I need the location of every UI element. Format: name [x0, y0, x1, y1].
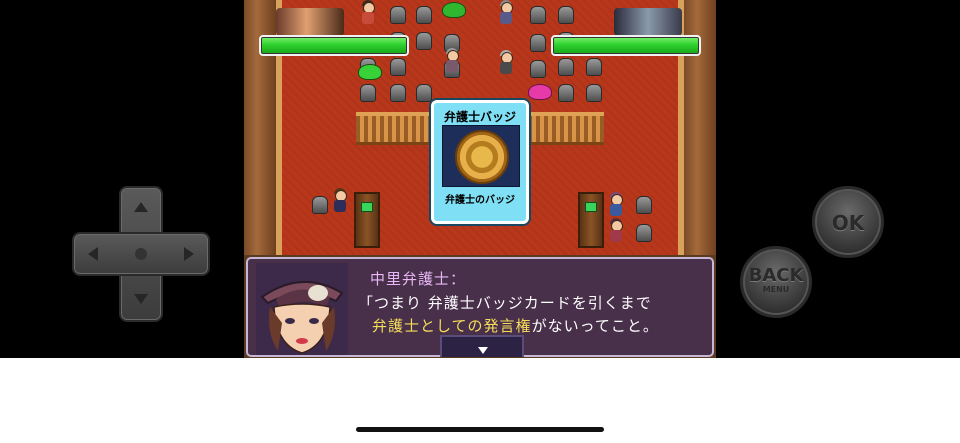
spectator-sprite	[498, 50, 514, 74]
scales-emblem-icon	[455, 130, 509, 184]
dpad-up-icon[interactable]	[134, 202, 148, 212]
dpad-center	[135, 248, 147, 260]
lawyer-badge-image	[442, 125, 520, 187]
item-card[interactable]: 弁護士バッジ 弁護士のバッジ	[431, 100, 529, 224]
player-portrait	[276, 8, 344, 36]
chair	[636, 196, 652, 214]
spectator-sprite	[498, 0, 514, 24]
opponent-portrait	[614, 8, 682, 36]
triangle-down-icon[interactable]	[478, 347, 488, 354]
dialogue-line-1: 「つまり 弁護士バッジカードを引くまで	[358, 294, 652, 312]
gallery-chair	[530, 6, 546, 24]
game-screen[interactable]: 弁護士バッジ 弁護士のバッジ 中里弁護士： 「つまり 弁護士バッジカードを引くま…	[244, 0, 716, 358]
item-title: 弁護士バッジ	[443, 110, 516, 124]
gallery-chair	[416, 32, 432, 50]
gallery-chair	[530, 34, 546, 52]
dpad-down-icon[interactable]	[134, 294, 148, 304]
prosecutor-sprite	[608, 192, 624, 216]
courtroom-railing	[356, 112, 432, 145]
courtroom-railing	[528, 112, 604, 145]
pink-slime-sprite	[528, 84, 552, 100]
gallery-chair	[558, 84, 574, 102]
dpad-right-icon[interactable]	[184, 247, 194, 261]
green-slime-sprite	[358, 64, 382, 80]
gallery-chair	[586, 58, 602, 76]
chair	[312, 196, 328, 214]
player-hp-bar	[259, 35, 409, 56]
dialogue-box[interactable]: 中里弁護士： 「つまり 弁護士バッジカードを引くまで 弁護士としての発言権がない…	[246, 257, 714, 357]
prosecution-podium	[578, 192, 604, 248]
dpad[interactable]	[72, 186, 210, 322]
chair	[636, 224, 652, 242]
speaker-portrait	[256, 263, 348, 355]
witness-sprite	[608, 218, 624, 242]
gallery-chair	[390, 6, 406, 24]
dpad-left-icon[interactable]	[88, 247, 98, 261]
defense-podium	[354, 192, 380, 248]
green-slime-sprite	[442, 2, 466, 18]
defendant-sprite	[332, 188, 348, 212]
game-viewport: 弁護士バッジ 弁護士のバッジ 中里弁護士： 「つまり 弁護士バッジカードを引くま…	[0, 0, 960, 358]
home-indicator[interactable]	[356, 427, 604, 432]
opponent-hp-bar	[551, 35, 701, 56]
back-button[interactable]: BACK MENU	[740, 246, 812, 318]
speaker-name: 中里弁護士：	[370, 270, 467, 288]
gallery-chair	[530, 60, 546, 78]
gallery-chair	[360, 84, 376, 102]
ok-button[interactable]: OK	[812, 186, 884, 258]
back-button-sublabel: MENU	[762, 285, 790, 294]
gallery-chair	[416, 84, 432, 102]
spectator-sprite	[360, 0, 376, 24]
dialogue-line-2: 弁護士としての発言権がないってこと。	[372, 315, 659, 336]
item-caption: 弁護士のバッジ	[445, 195, 515, 206]
ok-button-label: OK	[831, 211, 865, 235]
gallery-chair	[586, 84, 602, 102]
gallery-chair	[390, 58, 406, 76]
dialogue-line-2-rest: がないってこと。	[531, 317, 659, 335]
back-button-label: BACK	[748, 265, 804, 286]
gallery-chair	[416, 6, 432, 24]
gallery-chair	[390, 84, 406, 102]
gallery-chair	[558, 6, 574, 24]
spectator-sprite	[444, 48, 460, 72]
gallery-chair	[558, 58, 574, 76]
dialogue-highlight: 弁護士としての発言権	[372, 317, 532, 335]
